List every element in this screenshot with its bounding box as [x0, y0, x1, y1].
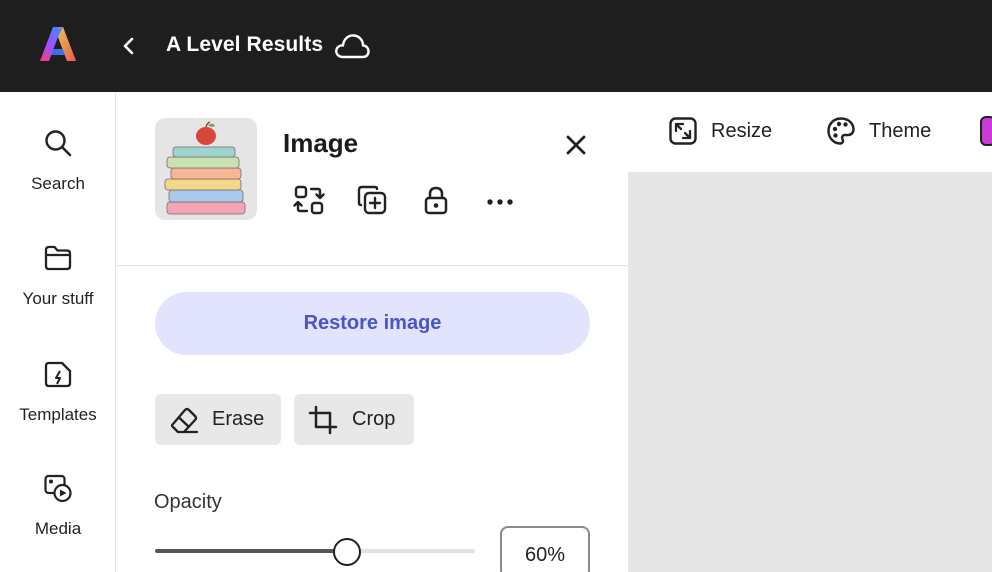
- left-rail: Search Your stuff Templates Media: [0, 92, 116, 572]
- sidebar-item-search[interactable]: Search: [0, 128, 116, 194]
- media-icon: [44, 474, 72, 503]
- theme-button[interactable]: Theme: [826, 114, 931, 148]
- chevron-left-icon: [123, 37, 134, 55]
- adobe-express-logo[interactable]: [38, 24, 78, 64]
- lock-icon: [424, 186, 448, 215]
- crop-button[interactable]: Crop: [294, 394, 414, 445]
- sidebar-item-label: Your stuff: [22, 289, 94, 308]
- erase-button[interactable]: Erase: [155, 394, 281, 445]
- books-illustration: [164, 121, 246, 215]
- color-swatch-button[interactable]: [980, 116, 992, 146]
- more-icon: [487, 199, 513, 205]
- document-title[interactable]: A Level Results: [166, 33, 323, 57]
- eraser-icon: [170, 407, 199, 433]
- close-icon: [566, 135, 586, 155]
- top-bar: A Level Results: [0, 0, 992, 92]
- slider-fill: [155, 549, 347, 553]
- image-thumbnail[interactable]: [155, 118, 257, 220]
- sidebar-item-media[interactable]: Media: [0, 473, 116, 539]
- palette-icon: [827, 117, 855, 145]
- erase-label: Erase: [212, 408, 265, 430]
- resize-label: Resize: [711, 119, 773, 142]
- panel-divider: [116, 265, 628, 266]
- back-button[interactable]: [116, 32, 142, 60]
- resize-icon: [669, 117, 697, 145]
- restore-image-button[interactable]: Restore image: [155, 292, 590, 355]
- theme-label: Theme: [869, 119, 932, 142]
- image-properties-panel: Image Restore image Erase Crop Opacity 6…: [116, 92, 628, 572]
- duplicate-button[interactable]: [356, 184, 388, 216]
- panel-title: Image: [283, 128, 359, 158]
- sidebar-item-label: Templates: [19, 405, 97, 424]
- templates-icon: [44, 361, 72, 388]
- opacity-value-field[interactable]: [500, 526, 590, 572]
- replace-icon: [293, 185, 325, 215]
- cloud-icon: [335, 34, 370, 59]
- canvas-toolbar: Resize Theme: [628, 92, 992, 172]
- duplicate-icon: [357, 185, 387, 215]
- sidebar-item-templates[interactable]: Templates: [0, 359, 116, 425]
- opacity-slider[interactable]: [155, 538, 475, 566]
- opacity-label: Opacity: [154, 491, 222, 513]
- resize-button[interactable]: Resize: [668, 114, 772, 148]
- more-options-button[interactable]: [484, 184, 516, 216]
- sidebar-item-your-stuff[interactable]: Your stuff: [0, 243, 116, 309]
- folder-icon: [44, 245, 72, 271]
- slider-thumb[interactable]: [333, 538, 361, 566]
- sidebar-item-label: Media: [34, 519, 82, 538]
- crop-label: Crop: [352, 408, 396, 430]
- sidebar-item-label: Search: [31, 174, 85, 193]
- cloud-sync-button[interactable]: [333, 30, 371, 62]
- crop-icon: [308, 405, 338, 434]
- close-panel-button[interactable]: [561, 130, 591, 160]
- search-icon: [45, 130, 72, 157]
- design-canvas[interactable]: [628, 172, 992, 572]
- lock-button[interactable]: [420, 184, 452, 216]
- replace-image-button[interactable]: [293, 184, 325, 216]
